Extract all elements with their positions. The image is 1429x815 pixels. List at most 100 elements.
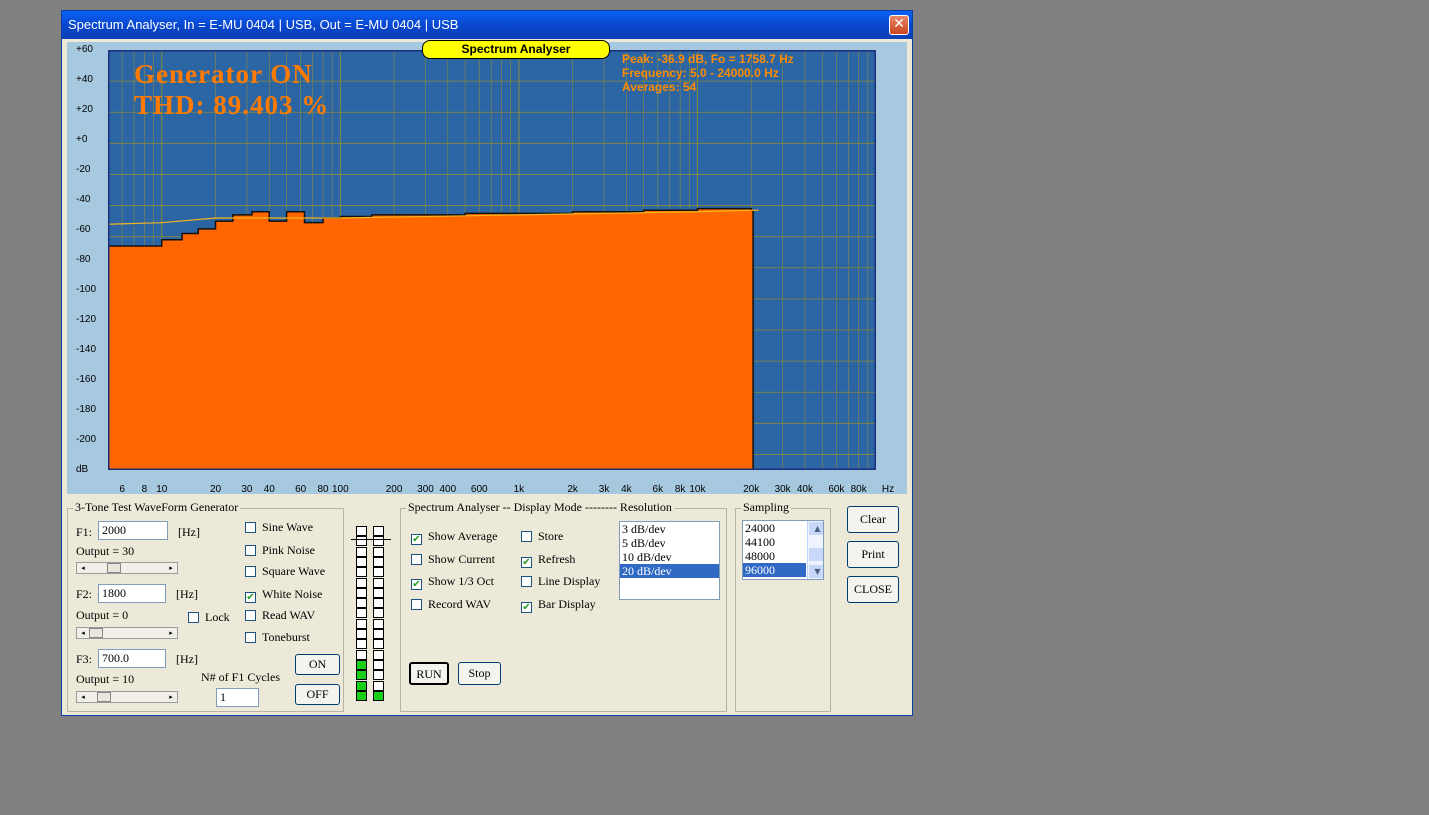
scroll-up-icon[interactable]: ▲ bbox=[809, 522, 823, 535]
x-tick-label: 80k bbox=[850, 484, 867, 495]
wave-sine-checkbox[interactable]: Sine Wave bbox=[245, 521, 313, 534]
run-button[interactable]: RUN bbox=[409, 662, 449, 685]
x-tick-label: 400 bbox=[439, 484, 457, 495]
y-tick-label: -120 bbox=[76, 314, 97, 325]
frequency-readout: Frequency: 5.0 - 24000.0 Hz bbox=[622, 66, 779, 80]
y-tick-label: dB bbox=[76, 464, 89, 475]
scroll-thumb[interactable] bbox=[809, 548, 823, 561]
slider-left-arrow-icon[interactable]: ◂ bbox=[78, 629, 88, 637]
show-current-checkbox[interactable]: Show Current bbox=[411, 553, 495, 566]
wave-pink-noise-checkbox[interactable]: Pink Noise bbox=[245, 544, 315, 557]
x-tick-label: 40 bbox=[263, 484, 275, 495]
display-mode-group-title: Spectrum Analyser -- Display Mode ------… bbox=[406, 500, 674, 515]
slider-thumb[interactable] bbox=[97, 692, 111, 702]
slider-right-arrow-icon[interactable]: ▸ bbox=[166, 629, 176, 637]
meter-segment bbox=[373, 608, 384, 619]
meter-segment bbox=[356, 598, 367, 609]
wave-square-checkbox[interactable]: Square Wave bbox=[245, 565, 325, 578]
sampling-scrollbar[interactable]: ▲ ▼ bbox=[807, 521, 823, 579]
f3-input[interactable]: 700.0 bbox=[98, 649, 166, 668]
slider-thumb[interactable] bbox=[107, 563, 121, 573]
close-window-button[interactable]: ✕ bbox=[889, 15, 909, 35]
line-display-checkbox[interactable]: Line Display bbox=[521, 575, 600, 588]
refresh-checkbox[interactable]: ✔ Refresh bbox=[521, 553, 575, 568]
meter-segment bbox=[373, 587, 384, 598]
meter-segment bbox=[356, 556, 367, 567]
wave-read-wav-checkbox[interactable]: Read WAV bbox=[245, 609, 315, 622]
sampling-rate-list[interactable]: 24000 44100 48000 96000 ▲ ▼ bbox=[742, 520, 824, 580]
sampling-group: Sampling 24000 44100 48000 96000 ▲ ▼ bbox=[735, 500, 831, 712]
stop-button[interactable]: Stop bbox=[458, 662, 501, 685]
slider-right-arrow-icon[interactable]: ▸ bbox=[166, 693, 176, 701]
clear-button[interactable]: Clear bbox=[847, 506, 899, 533]
meter-segment bbox=[356, 618, 367, 629]
show-third-octave-checkbox[interactable]: ✔ Show 1/3 Oct bbox=[411, 575, 494, 590]
generator-on-button[interactable]: ON bbox=[295, 654, 340, 675]
wave-toneburst-checkbox[interactable]: Toneburst bbox=[245, 631, 310, 644]
record-wav-checkbox[interactable]: Record WAV bbox=[411, 598, 491, 611]
y-tick-label: -200 bbox=[76, 434, 97, 445]
meter-segment bbox=[373, 649, 384, 660]
cycles-input[interactable]: 1 bbox=[216, 688, 259, 707]
resolution-option[interactable]: 10 dB/dev bbox=[620, 550, 719, 564]
x-tick-label: 20 bbox=[209, 484, 222, 495]
meter-segment bbox=[373, 618, 384, 629]
slider-thumb[interactable] bbox=[89, 628, 103, 638]
sampling-option-selected[interactable]: 96000 bbox=[743, 563, 806, 577]
meter-segment bbox=[373, 659, 384, 670]
sampling-group-title: Sampling bbox=[741, 500, 792, 515]
resolution-option[interactable]: 5 dB/dev bbox=[620, 536, 719, 550]
y-tick-label: -140 bbox=[76, 344, 97, 355]
y-tick-label: -60 bbox=[76, 224, 91, 235]
meter-segment bbox=[356, 567, 367, 578]
thd-readout: THD: 89.403 % bbox=[134, 90, 330, 120]
resolution-option[interactable]: 3 dB/dev bbox=[620, 522, 719, 536]
f2-input[interactable]: 1800 bbox=[98, 584, 166, 603]
generator-off-button[interactable]: OFF bbox=[295, 684, 340, 705]
generator-group: 3-Tone Test WaveForm Generator F1: 2000 … bbox=[67, 500, 344, 712]
meter-segment bbox=[373, 556, 384, 567]
f1-output-slider[interactable]: ◂ ▸ bbox=[76, 562, 178, 574]
x-tick-label: Hz bbox=[881, 484, 895, 495]
window-title: Spectrum Analyser, In = E-MU 0404 | USB,… bbox=[68, 17, 459, 32]
f2-label: F2: bbox=[76, 587, 93, 601]
meter-segment bbox=[373, 670, 384, 681]
y-tick-label: -20 bbox=[76, 164, 91, 175]
averages-readout: Averages: 54 bbox=[622, 80, 697, 94]
f1-output: Output = 30 bbox=[76, 544, 135, 558]
meter-segment bbox=[373, 598, 384, 609]
f3-unit: [Hz] bbox=[176, 652, 198, 666]
wave-white-noise-checkbox[interactable]: ✔ White Noise bbox=[245, 588, 322, 603]
slider-left-arrow-icon[interactable]: ◂ bbox=[78, 693, 88, 701]
slider-left-arrow-icon[interactable]: ◂ bbox=[78, 564, 88, 572]
cycles-label: N# of F1 Cycles bbox=[201, 670, 280, 684]
meter-segment bbox=[373, 546, 384, 557]
resolution-list[interactable]: 3 dB/dev 5 dB/dev 10 dB/dev 20 dB/dev bbox=[619, 521, 720, 600]
level-meter-right bbox=[373, 526, 384, 701]
bar-display-checkbox[interactable]: ✔ Bar Display bbox=[521, 598, 596, 613]
x-tick-label: 30k bbox=[774, 484, 791, 495]
slider-right-arrow-icon[interactable]: ▸ bbox=[166, 564, 176, 572]
close-button[interactable]: CLOSE bbox=[847, 576, 899, 603]
scroll-down-icon[interactable]: ▼ bbox=[809, 565, 823, 578]
f2-output-slider[interactable]: ◂ ▸ bbox=[76, 627, 178, 639]
f3-label: F3: bbox=[76, 652, 93, 666]
x-tick-label: 8 bbox=[141, 484, 148, 495]
resolution-option-selected[interactable]: 20 dB/dev bbox=[620, 564, 719, 578]
show-average-checkbox[interactable]: ✔ Show Average bbox=[411, 530, 497, 545]
print-button[interactable]: Print bbox=[847, 541, 899, 568]
x-tick-label: 3k bbox=[598, 484, 610, 495]
f3-output-slider[interactable]: ◂ ▸ bbox=[76, 691, 178, 703]
meter-segment bbox=[356, 587, 367, 598]
f1-input[interactable]: 2000 bbox=[98, 521, 168, 540]
meter-segment bbox=[356, 608, 367, 619]
meter-segment bbox=[373, 567, 384, 578]
lock-checkbox[interactable]: Lock bbox=[188, 611, 230, 624]
meter-segment bbox=[356, 659, 367, 670]
meter-segment bbox=[373, 629, 384, 639]
x-tick-label: 20k bbox=[743, 484, 760, 495]
store-checkbox[interactable]: Store bbox=[521, 530, 563, 543]
spectrum-plot-panel: +60 +40 +20 +0 -20 -40 -60 -80 -100 -120 -140 -160 -… bbox=[67, 40, 907, 495]
x-tick-label: 2k bbox=[567, 484, 578, 495]
x-tick-label: 60k bbox=[828, 484, 845, 495]
